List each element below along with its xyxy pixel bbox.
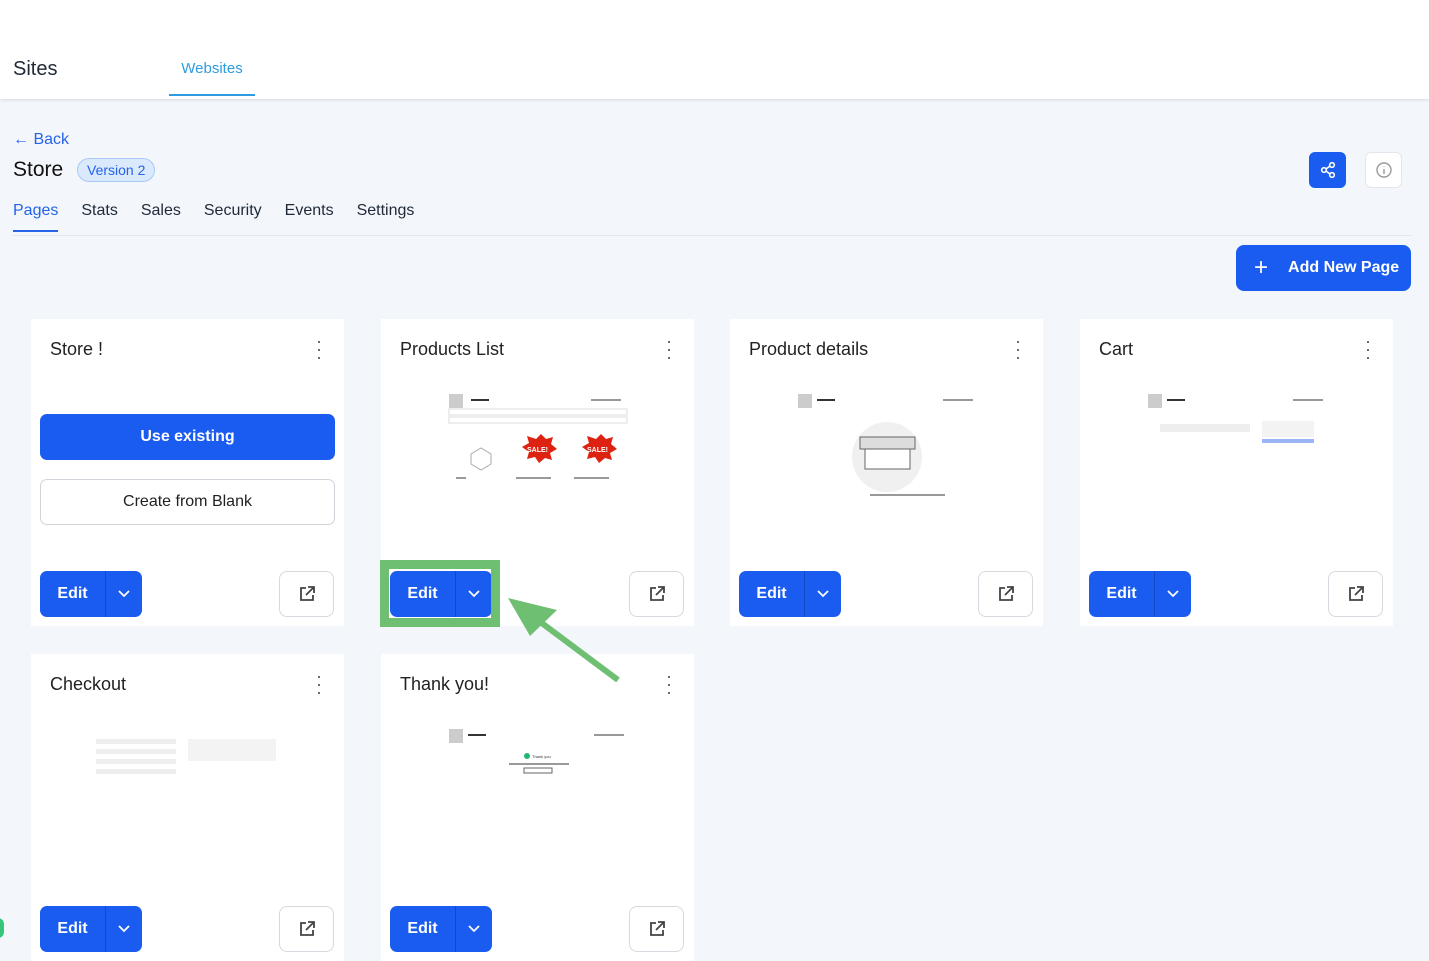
share-icon [1320,161,1335,179]
open-page-button[interactable] [279,571,334,617]
more-options-icon[interactable]: · · · [666,332,672,366]
page-thumbnail: Thank you [441,724,631,854]
page-card: Cart · · · Edit [1080,319,1393,626]
open-page-button[interactable] [1328,571,1383,617]
tab-stats[interactable]: Stats [81,202,117,232]
use-existing-button[interactable]: Use existing [40,414,335,460]
page-thumbnail [790,389,980,519]
create-from-blank-button[interactable]: Create from Blank [40,479,335,525]
external-link-icon [998,586,1014,601]
back-link[interactable]: ← Back [13,131,69,149]
highlight-box [380,560,500,627]
more-options-icon[interactable]: · · · [1015,332,1021,366]
page-card-title: Products List [400,339,505,359]
page-card-title: Cart [1099,339,1134,359]
info-icon [1375,162,1392,178]
external-link-icon [1348,586,1364,601]
edit-dropdown-button[interactable] [105,906,142,952]
open-page-button[interactable] [978,571,1033,617]
external-link-icon [649,921,665,936]
page-card-title: Product details [749,339,869,359]
share-button[interactable] [1309,152,1346,188]
page-thumbnail: SALE! SALE! [441,389,631,519]
version-badge: Version 2 [77,158,156,182]
more-options-icon[interactable]: · · · [666,667,672,701]
page-tabs: Pages Stats Sales Security Events Settin… [13,202,414,232]
edit-button-group: Edit [1089,571,1191,617]
edit-button-group: Edit [40,906,142,952]
chevron-down-icon [118,590,130,598]
external-link-icon [299,921,315,936]
edit-button[interactable]: Edit [739,571,804,617]
edit-button[interactable]: Edit [390,906,455,952]
tab-events[interactable]: Events [285,202,334,232]
page-card-title: Store ! [50,339,104,359]
status-dot [0,918,4,938]
page-card: Checkout · · · Edit [31,654,344,961]
add-new-page-button[interactable]: + Add New Page [1236,245,1411,291]
edit-dropdown-button[interactable] [105,571,142,617]
divider [13,235,1411,236]
open-page-button[interactable] [629,571,684,617]
sale-label: SALE! [527,447,548,454]
page-card: Thank you! · · · Thank you Edit [381,654,694,961]
back-label: Back [33,131,70,148]
top-bar: Sites Websites [0,0,1429,99]
chevron-down-icon [468,925,480,933]
page-thumbnail [1140,389,1330,519]
page-card-title: Checkout [50,674,127,694]
page-card: Product details · · · Edit [730,319,1043,626]
edit-button[interactable]: Edit [40,906,105,952]
page-card-title: Thank you! [400,674,490,694]
tab-pages[interactable]: Pages [13,202,59,232]
more-options-icon[interactable]: · · · [316,667,322,701]
more-options-icon[interactable]: · · · [1365,332,1371,366]
page-thumbnail [91,724,281,854]
edit-button-group: Edit [390,906,492,952]
external-link-icon [649,586,665,601]
plus-icon: + [1254,254,1269,281]
more-options-icon[interactable]: · · · [316,332,322,366]
app-title: Sites [13,58,58,80]
open-page-button[interactable] [629,906,684,952]
chevron-down-icon [817,590,829,598]
chevron-down-icon [118,925,130,933]
chevron-down-icon [1167,590,1179,598]
tab-settings[interactable]: Settings [357,202,415,232]
thank-label: Thank you [532,754,551,759]
sale-label: SALE! [587,447,608,454]
info-button[interactable] [1365,152,1402,188]
edit-button[interactable]: Edit [1089,571,1154,617]
edit-button-group: Edit [739,571,841,617]
page-card: Store ! · · · Use existing Create from Blan… [31,319,344,626]
page-title: Store [13,158,64,181]
edit-button-group: Edit [40,571,142,617]
add-new-page-label: Add New Page [1288,259,1400,276]
edit-dropdown-button[interactable] [804,571,841,617]
tab-sales[interactable]: Sales [141,202,181,232]
edit-dropdown-button[interactable] [1154,571,1191,617]
edit-dropdown-button[interactable] [455,906,492,952]
open-page-button[interactable] [279,906,334,952]
tab-security[interactable]: Security [204,202,262,232]
external-link-icon [299,586,315,601]
tab-websites[interactable]: Websites [169,60,255,96]
edit-button[interactable]: Edit [40,571,105,617]
